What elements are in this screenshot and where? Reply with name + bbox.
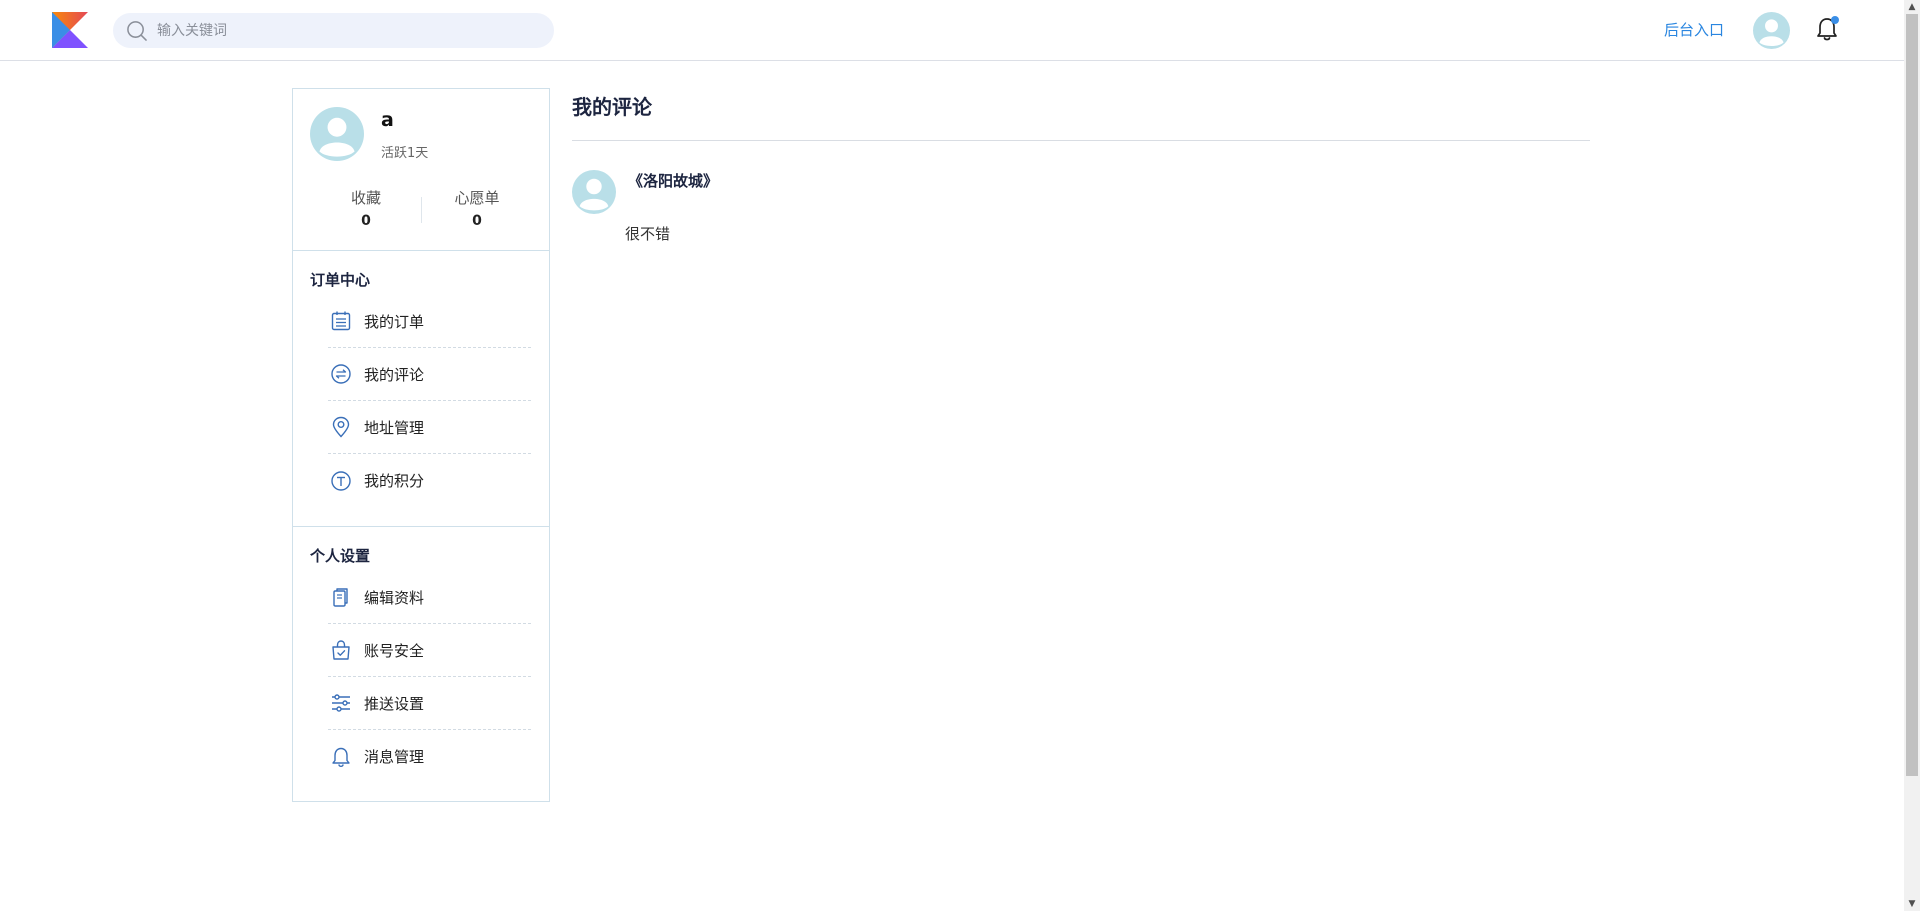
sidebar-item-points[interactable]: 我的积分	[328, 454, 531, 507]
sidebar-item-label: 账号安全	[364, 641, 425, 660]
page-title: 我的评论	[572, 95, 652, 119]
sidebar-item-edit-profile[interactable]: 编辑资料	[328, 571, 531, 624]
sidebar-item-label: 地址管理	[364, 418, 425, 437]
stat-divider	[421, 197, 422, 223]
sidebar-item-label: 消息管理	[364, 748, 425, 766]
scroll-down-arrow-icon[interactable]: ▼	[1904, 897, 1920, 911]
sidebar-item-label: 我的评论	[364, 365, 425, 384]
vertical-scrollbar[interactable]: ▲ ▼	[1904, 0, 1920, 911]
sliders-icon	[332, 694, 350, 712]
active-days: 活跃1天	[381, 146, 429, 161]
wishlist-count: 0	[472, 213, 482, 229]
sidebar-item-message-management[interactable]: 消息管理	[328, 730, 531, 783]
sidebar-item-my-orders[interactable]: 我的订单	[328, 295, 531, 348]
sidebar-item-account-security[interactable]: 账号安全	[328, 624, 531, 677]
search-input[interactable]	[155, 21, 535, 40]
wishlist-label: 心愿单	[454, 189, 500, 207]
wishlist-stat[interactable]: 心愿单 0	[427, 187, 527, 229]
scrollbar-thumb[interactable]	[1906, 14, 1918, 776]
user-sidebar: a 活跃1天 收藏 0 心愿单 0 订单中心 我的订单 我的评论 地址管理 我的…	[292, 88, 550, 802]
sidebar-item-label: 推送设置	[364, 694, 425, 713]
favorites-count: 0	[361, 213, 371, 229]
location-pin-icon	[332, 416, 350, 438]
notification-button[interactable]	[1815, 16, 1841, 44]
sidebar-item-label: 编辑资料	[364, 588, 425, 607]
commenter-avatar-icon	[572, 170, 616, 214]
order-list-icon	[331, 311, 351, 331]
user-avatar-icon[interactable]	[1753, 12, 1790, 49]
comment-icon	[331, 364, 351, 384]
sidebar-item-label: 我的订单	[364, 312, 425, 331]
favorites-label: 收藏	[350, 189, 381, 207]
kotlin-logo[interactable]	[52, 12, 88, 48]
title-divider	[572, 140, 1590, 141]
secure-bag-icon	[332, 640, 350, 660]
points-icon	[331, 470, 351, 491]
sidebar-item-address[interactable]: 地址管理	[328, 401, 531, 454]
comment-item: 《洛阳故城》 很不错	[572, 170, 1590, 250]
section-title-settings: 个人设置	[310, 547, 371, 565]
search-icon	[127, 21, 147, 41]
admin-entry-link[interactable]: 后台入口	[1664, 19, 1724, 40]
scroll-up-arrow-icon[interactable]: ▲	[1904, 0, 1920, 14]
profile-avatar-icon[interactable]	[310, 107, 364, 161]
bell-icon	[332, 747, 350, 767]
sidebar-item-label: 我的积分	[364, 472, 425, 490]
documents-icon	[333, 588, 348, 607]
profile-card: a 活跃1天 收藏 0 心愿单 0	[293, 89, 549, 251]
sidebar-item-push-settings[interactable]: 推送设置	[328, 677, 531, 730]
top-navbar: 后台入口	[0, 0, 1904, 61]
favorites-stat[interactable]: 收藏 0	[316, 187, 416, 229]
section-title-orders: 订单中心	[310, 271, 371, 289]
username: a	[381, 109, 394, 131]
comment-text: 很不错	[625, 225, 671, 243]
sidebar-item-my-comments[interactable]: 我的评论	[328, 348, 531, 401]
notification-dot	[1831, 16, 1839, 24]
search-bar	[113, 13, 554, 48]
personal-settings-section: 个人设置 编辑资料 账号安全 推送设置 消息管理	[293, 528, 549, 801]
comment-attraction-link[interactable]: 《洛阳故城》	[628, 170, 718, 191]
order-center-section: 订单中心 我的订单 我的评论 地址管理 我的积分	[293, 252, 549, 527]
